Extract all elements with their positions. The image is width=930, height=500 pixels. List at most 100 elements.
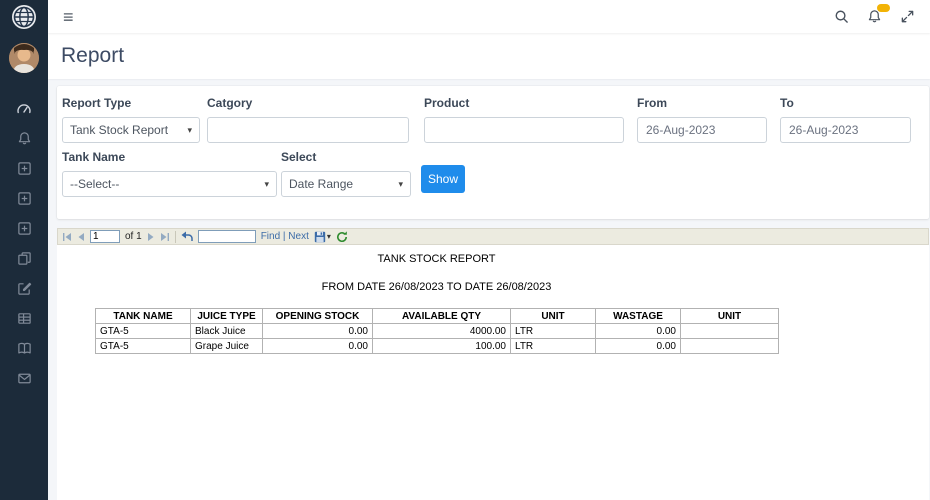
table-row: GTA-5 Black Juice 0.00 4000.00 LTR 0.00: [96, 324, 779, 339]
report-content: TANK STOCK REPORT FROM DATE 26/08/2023 T…: [95, 245, 778, 354]
export-dropdown-button[interactable]: ▾: [314, 231, 331, 243]
cell-available-qty: 4000.00: [373, 324, 511, 339]
show-button[interactable]: Show: [421, 165, 465, 193]
sidebar-item-documents[interactable]: [0, 243, 48, 273]
sidebar-item-notifications[interactable]: [0, 123, 48, 153]
table-icon: [17, 311, 32, 326]
sidebar-item-messages[interactable]: [0, 363, 48, 393]
sidebar-item-edit[interactable]: [0, 273, 48, 303]
to-date-label: To: [780, 96, 911, 110]
product-field: Product: [424, 96, 624, 143]
page-header: Report: [48, 33, 930, 79]
category-input[interactable]: [207, 117, 409, 143]
notification-badge: [877, 4, 890, 12]
report-viewer-toolbar: of 1 Find | Next ▾: [57, 228, 929, 245]
report-date-range: FROM DATE 26/08/2023 TO DATE 26/08/2023: [95, 281, 778, 293]
sidebar-menu: [0, 93, 48, 393]
sidebar-item-add-entry-3[interactable]: [0, 213, 48, 243]
col-header: JUICE TYPE: [191, 309, 263, 324]
range-select[interactable]: Date Range ▾: [281, 171, 411, 197]
toolbar-divider: [175, 231, 176, 243]
report-type-label: Report Type: [62, 96, 200, 110]
dashboard-icon: [16, 100, 32, 116]
cell-opening-stock: 0.00: [263, 339, 373, 354]
refresh-icon: [336, 231, 348, 243]
cell-wastage: 0.00: [596, 339, 681, 354]
product-input[interactable]: [424, 117, 624, 143]
bell-icon: [17, 131, 32, 146]
export-caret-icon: ▾: [327, 232, 331, 241]
sidebar-item-dashboard[interactable]: [0, 93, 48, 123]
report-title: TANK STOCK REPORT: [95, 253, 778, 265]
sidebar-item-add-entry-2[interactable]: [0, 183, 48, 213]
from-date-label: From: [637, 96, 767, 110]
range-value: Date Range: [289, 177, 353, 191]
find-text-input[interactable]: [198, 230, 256, 243]
fullscreen-expand-icon[interactable]: [900, 9, 915, 24]
tank-name-select[interactable]: --Select-- ▾: [62, 171, 277, 197]
export-save-icon: [314, 231, 326, 243]
to-date-field: To: [780, 96, 911, 143]
tank-name-label: Tank Name: [62, 150, 277, 164]
hamburger-menu-icon[interactable]: ≡: [63, 8, 74, 26]
category-field: Catgory: [207, 96, 409, 143]
last-page-button[interactable]: [160, 232, 170, 242]
last-page-icon: [160, 232, 170, 242]
from-date-field: From: [637, 96, 767, 143]
tank-name-value: --Select--: [70, 177, 119, 191]
app-logo[interactable]: [0, 0, 48, 34]
report-type-value: Tank Stock Report: [70, 123, 168, 137]
range-field: Select Date Range ▾: [281, 150, 411, 197]
plus-square-icon: [17, 221, 32, 236]
report-type-select[interactable]: Tank Stock Report ▾: [62, 117, 200, 143]
col-header: UNIT: [681, 309, 779, 324]
sidebar: [0, 0, 48, 500]
to-date-input[interactable]: [780, 117, 911, 143]
sidebar-item-reports[interactable]: [0, 333, 48, 363]
report-viewer-body: TANK STOCK REPORT FROM DATE 26/08/2023 T…: [57, 245, 929, 500]
search-icon[interactable]: [834, 9, 849, 24]
refresh-button[interactable]: [336, 231, 348, 243]
parent-report-button[interactable]: [181, 231, 193, 242]
find-next-links[interactable]: Find | Next: [261, 231, 309, 242]
first-page-button[interactable]: [62, 232, 72, 242]
cell-wastage: 0.00: [596, 324, 681, 339]
prev-page-button[interactable]: [77, 232, 85, 242]
next-page-icon: [147, 232, 155, 242]
user-avatar[interactable]: [8, 42, 40, 79]
copy-icon: [17, 251, 32, 266]
topbar: ≡: [48, 0, 930, 33]
table-row: GTA-5 Grape Juice 0.00 100.00 LTR 0.00: [96, 339, 779, 354]
report-type-field: Report Type Tank Stock Report ▾: [62, 96, 200, 143]
cell-available-qty: 100.00: [373, 339, 511, 354]
globe-logo-icon: [11, 4, 37, 30]
col-header: AVAILABLE QTY: [373, 309, 511, 324]
page-number-input[interactable]: [90, 230, 120, 243]
cell-unit: LTR: [511, 339, 596, 354]
prev-page-icon: [77, 232, 85, 242]
cell-unit: LTR: [511, 324, 596, 339]
table-header-row: TANK NAME JUICE TYPE OPENING STOCK AVAIL…: [96, 309, 779, 324]
book-icon: [17, 341, 32, 356]
range-label: Select: [281, 150, 411, 164]
col-header: OPENING STOCK: [263, 309, 373, 324]
next-page-button[interactable]: [147, 232, 155, 242]
from-date-input[interactable]: [637, 117, 767, 143]
edit-icon: [17, 281, 32, 296]
chevron-down-icon: ▾: [398, 179, 403, 190]
col-header: TANK NAME: [96, 309, 191, 324]
report-table: TANK NAME JUICE TYPE OPENING STOCK AVAIL…: [95, 308, 779, 354]
notifications-bell-icon[interactable]: [867, 9, 882, 24]
product-label: Product: [424, 96, 624, 110]
chevron-down-icon: ▾: [187, 125, 192, 136]
cell-opening-stock: 0.00: [263, 324, 373, 339]
cell-tank-name: GTA-5: [96, 324, 191, 339]
cell-juice-type: Black Juice: [191, 324, 263, 339]
sidebar-item-table[interactable]: [0, 303, 48, 333]
plus-square-icon: [17, 161, 32, 176]
first-page-icon: [62, 232, 72, 242]
col-header: WASTAGE: [596, 309, 681, 324]
cell-juice-type: Grape Juice: [191, 339, 263, 354]
sidebar-item-add-entry-1[interactable]: [0, 153, 48, 183]
avatar-photo: [8, 42, 40, 74]
